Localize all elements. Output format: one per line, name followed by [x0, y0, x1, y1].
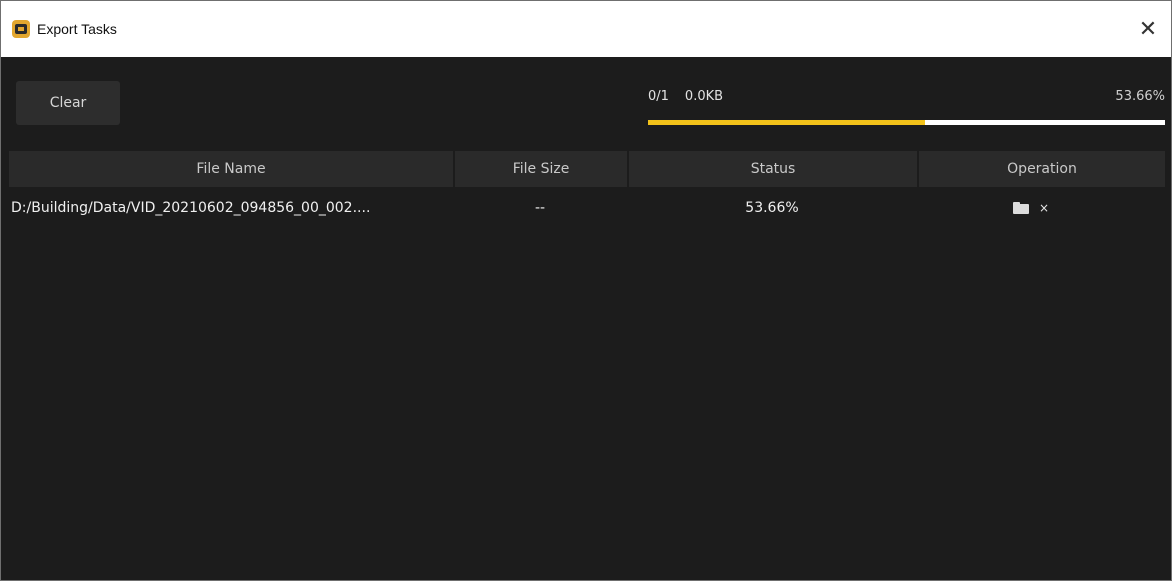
close-icon[interactable]: ×: [1039, 202, 1049, 214]
table-row[interactable]: D:/Building/Data/VID_20210602_094856_00_…: [9, 193, 1165, 223]
title-bar: Export Tasks ✕: [1, 1, 1171, 57]
column-header-operation[interactable]: Operation: [917, 151, 1165, 187]
file-name-cell: D:/Building/Data/VID_20210602_094856_00_…: [11, 200, 371, 216]
column-header-file-name[interactable]: File Name: [9, 151, 453, 187]
column-header-file-size[interactable]: File Size: [453, 151, 627, 187]
folder-icon[interactable]: [1012, 202, 1029, 214]
export-panel: Clear 0/1 0.0KB 53.66% File Name File Siz…: [1, 57, 1171, 580]
operation-cell: ×: [917, 202, 1165, 214]
column-header-status[interactable]: Status: [627, 151, 917, 187]
progress-info: 0/1 0.0KB: [648, 89, 723, 104]
progress-count: 0/1: [648, 89, 669, 104]
file-size-cell: --: [534, 200, 546, 216]
overall-progress-bar: [648, 120, 1165, 125]
progress-size: 0.0KB: [684, 89, 724, 104]
status-cell: 53.66%: [745, 200, 799, 216]
export-tasks-window: Export Tasks ✕ Clear 0/1 0.0KB 53.66% Fil…: [0, 0, 1172, 581]
table-header: File Name File Size Status Operation: [9, 151, 1165, 187]
app-logo-icon: [12, 20, 30, 38]
window-title: Export Tasks: [37, 21, 117, 37]
close-window-button[interactable]: ✕: [1125, 1, 1171, 57]
progress-bar-fill: [648, 120, 926, 125]
clear-button[interactable]: Clear: [16, 81, 120, 125]
progress-percent: 53.66%: [1115, 89, 1165, 104]
